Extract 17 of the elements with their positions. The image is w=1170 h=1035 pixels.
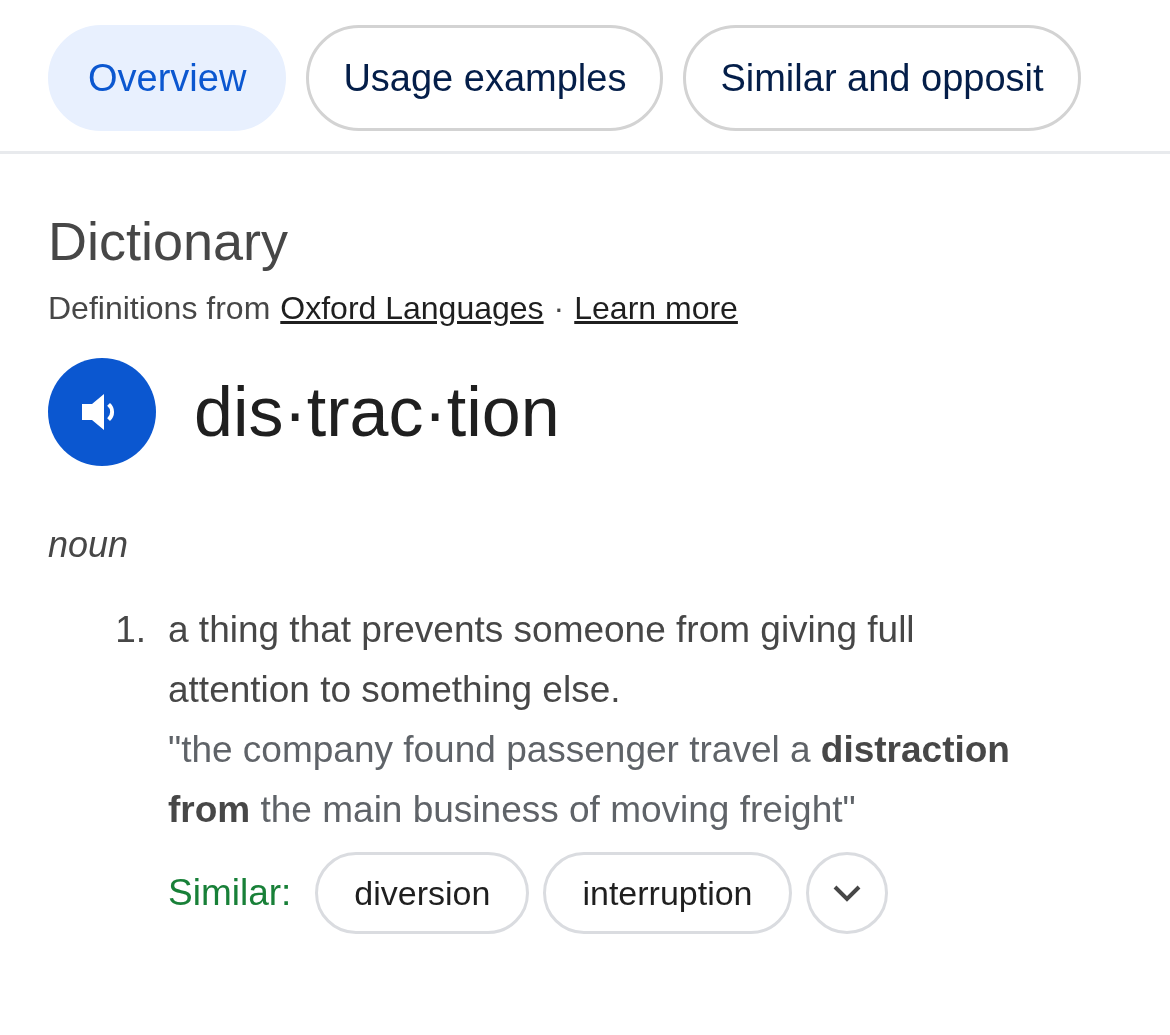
source-label: Definitions from [48, 289, 271, 328]
tab[interactable]: Usage examples [306, 25, 664, 131]
learn-more-link[interactable]: Learn more [574, 284, 738, 332]
definition: a thing that prevents someone from giving full attention to something else. [168, 608, 916, 712]
part-of-speech: noun [48, 523, 130, 567]
separator: · [553, 289, 565, 328]
tab[interactable]: Similar and opposit [683, 25, 1081, 131]
synonym-chip[interactable]: diversion [315, 852, 530, 934]
sense-number: 1. [114, 608, 147, 652]
headword: dis·trac·tion [194, 371, 560, 453]
similar-label: Similar: [168, 871, 292, 915]
source-link[interactable]: Oxford Languages [280, 284, 544, 332]
synonym-chip[interactable]: interruption [543, 852, 792, 934]
usage-example: "the company found passenger travel a distraction from the main business of moving freight" [168, 728, 1011, 832]
tab[interactable]: Overview [48, 25, 287, 131]
chevron-down-icon [831, 884, 862, 902]
section-title: Dictionary [48, 210, 290, 273]
